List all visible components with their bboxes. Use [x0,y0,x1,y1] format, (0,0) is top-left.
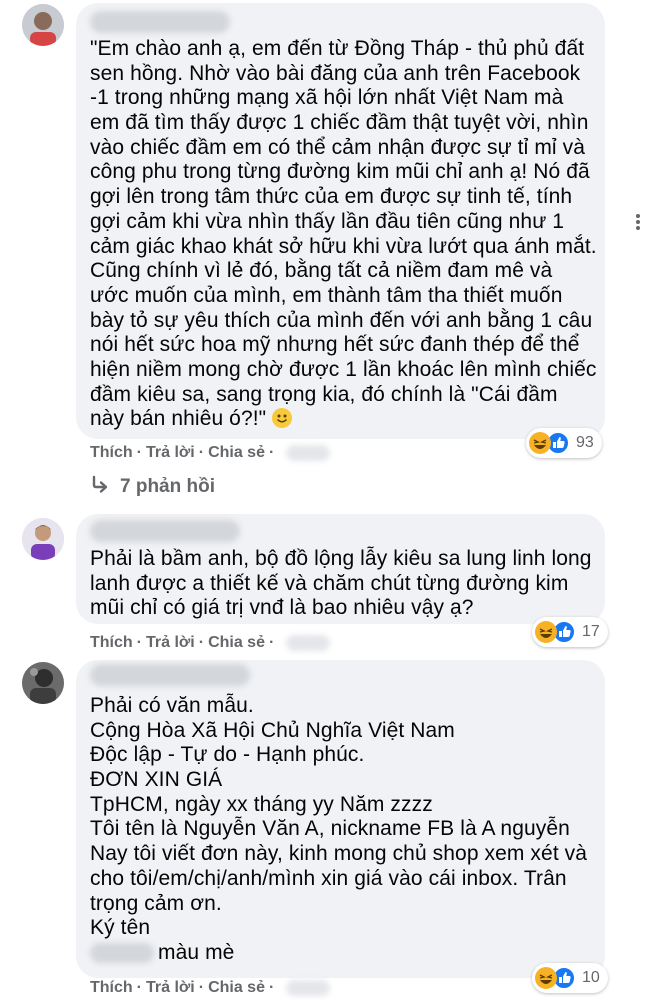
blurred-author-name[interactable] [90,664,250,686]
separator: · [136,634,142,651]
replies-count-label[interactable]: 7 phản hồi [120,476,215,498]
smile-emoji-icon [272,408,293,429]
share-action[interactable]: Chia sẻ [208,444,265,462]
blurred-author-name[interactable] [90,520,240,542]
blurred-timestamp[interactable] [286,635,331,651]
separator: · [136,979,142,996]
reaction-summary[interactable]: 93 [526,428,602,458]
like-action[interactable]: Thích [90,634,133,652]
blurred-timestamp[interactable] [286,445,331,461]
reaction-count: 10 [582,969,600,986]
haha-reaction-icon [535,967,557,989]
like-action[interactable]: Thích [90,444,133,462]
reply-action[interactable]: Trả lời [146,979,195,997]
separator: · [268,444,275,461]
comment-text: Phải có văn mẫu. Cộng Hòa Xã Hội Chủ Ngh… [90,694,588,964]
comment-bubble: "Em chào anh ạ, em đến từ Đồng Tháp - th… [76,3,605,439]
reaction-summary[interactable]: 17 [532,617,608,647]
commenter-avatar[interactable] [22,4,64,46]
separator: · [268,979,275,996]
blurred-timestamp[interactable] [286,980,331,996]
reply-action[interactable]: Trả lời [146,444,195,462]
haha-reaction-icon [529,432,551,454]
haha-reaction-icon [535,621,557,643]
reaction-count: 17 [582,623,600,640]
view-replies-link[interactable]: 7 phản hồi [90,474,215,500]
comment-actions: Thích · Trả lời · Chia sẻ · [90,634,331,652]
like-action[interactable]: Thích [90,979,133,997]
comment-bubble: Phải có văn mẫu. Cộng Hòa Xã Hội Chủ Ngh… [76,660,605,978]
comment-text: "Em chào anh ạ, em đến từ Đồng Tháp - th… [90,37,597,431]
reply-arrow-icon [90,474,110,500]
share-action[interactable]: Chia sẻ [208,634,265,652]
reply-action[interactable]: Trả lời [146,634,195,652]
comment-text: Phải là bầm anh, bộ đồ lộng lẫy kiêu sa … [90,547,592,620]
reaction-count: 93 [576,434,594,451]
share-action[interactable]: Chia sẻ [208,979,265,997]
commenter-avatar[interactable] [22,518,64,560]
separator: · [136,444,142,461]
more-options-icon[interactable] [628,212,648,232]
comment-actions: Thích · Trả lời · Chia sẻ · [90,444,331,462]
blurred-author-name[interactable] [90,11,230,33]
separator: · [198,634,205,651]
comment-bubble: Phải là bầm anh, bộ đồ lộng lẫy kiêu sa … [76,514,605,624]
blurred-signature-name [90,943,154,964]
signature-text: màu mè [158,940,235,964]
separator: · [198,979,205,996]
separator: · [198,444,205,461]
commenter-avatar[interactable] [22,662,64,704]
reaction-summary[interactable]: 10 [532,963,608,993]
separator: · [268,634,275,651]
comment-actions: Thích · Trả lời · Chia sẻ · [90,979,331,997]
